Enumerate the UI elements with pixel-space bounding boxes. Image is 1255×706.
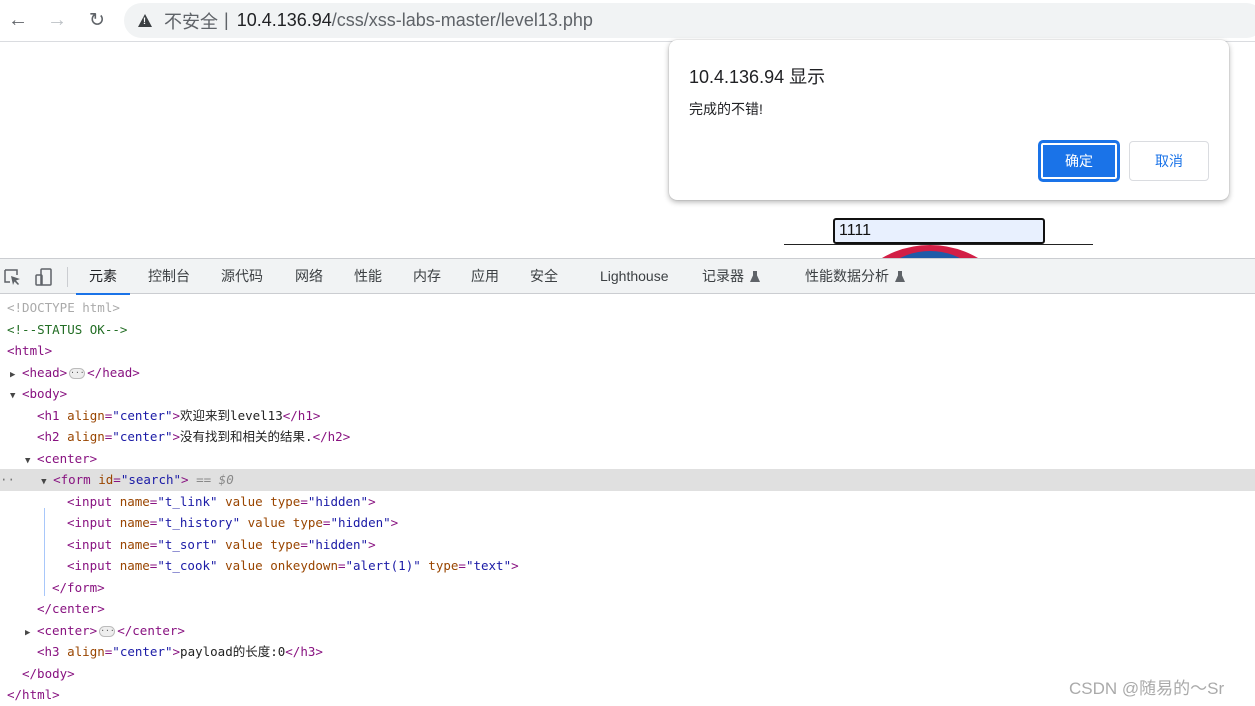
device-toolbar-icon[interactable] <box>34 267 54 287</box>
reload-icon: ↻ <box>89 9 105 31</box>
dom-body-open[interactable]: ▼ <body> <box>0 383 1255 405</box>
back-arrow-icon: ← <box>8 8 28 31</box>
dom-center-collapsed[interactable]: ▶ <center> ··· </center> <box>0 620 1255 642</box>
tab-network[interactable]: 网络 <box>295 259 323 294</box>
tab-recorder-label: 记录器 <box>702 268 744 284</box>
ok-button[interactable]: 确定 <box>1039 141 1119 181</box>
dom-input-t-sort[interactable]: <input name="t_sort" value type="hidden"… <box>0 534 1255 556</box>
experimental-flask-icon <box>750 271 760 282</box>
dom-form-close[interactable]: </form> <box>0 577 1255 599</box>
alert-dialog: 10.4.136.94 显示 完成的不错! 确定 取消 <box>669 40 1229 200</box>
url-path: /css/xss-labs-master/level13.php <box>331 10 593 30</box>
dom-input-t-history[interactable]: <input name="t_history" value type="hidd… <box>0 512 1255 534</box>
dom-h1[interactable]: <h1 align="center">欢迎来到level13</h1> <box>0 405 1255 427</box>
experimental-flask-icon <box>895 271 905 282</box>
reload-button[interactable]: ↻ <box>83 6 111 34</box>
dom-form-selected[interactable]: ·· ▼ <form id="search"> == $0 <box>0 469 1255 491</box>
dom-center-open[interactable]: ▼ <center> <box>0 448 1255 470</box>
inspect-element-icon[interactable] <box>2 267 22 287</box>
dom-h3[interactable]: <h3 align="center">payload的长度:0</h3> <box>0 641 1255 663</box>
dom-body-close[interactable]: </body> <box>0 663 1255 685</box>
forward-arrow-icon: → <box>47 8 67 31</box>
tab-application[interactable]: 应用 <box>471 259 499 294</box>
dialog-message: 完成的不错! <box>689 101 763 117</box>
tab-elements[interactable]: 元素 <box>76 259 130 295</box>
selected-node-marker: == $0 <box>196 472 234 487</box>
cancel-button[interactable]: 取消 <box>1129 141 1209 181</box>
dom-head[interactable]: ▶ <head> ··· </head> <box>0 362 1255 384</box>
level-logo-image <box>815 243 1045 258</box>
tab-lighthouse[interactable]: Lighthouse <box>600 259 669 294</box>
address-bar[interactable]: 不安全 | 10.4.136.94/css/xss-labs-master/le… <box>124 3 1255 38</box>
tab-memory[interactable]: 内存 <box>413 259 441 294</box>
url-host: 10.4.136.94 <box>236 10 332 30</box>
separator: | <box>224 10 229 30</box>
collapsed-ellipsis-icon[interactable]: ··· <box>99 625 116 637</box>
devtools-panel: 元素 控制台 源代码 网络 性能 内存 应用 安全 Lighthouse 记录器… <box>0 258 1255 704</box>
browser-toolbar: ← → ↻ 不安全 | 10.4.136.94/css/xss-labs-mas… <box>0 0 1255 42</box>
dom-comment[interactable]: <!--STATUS OK--> <box>0 319 1255 341</box>
dom-input-t-cook[interactable]: <input name="t_cook" value onkeydown="al… <box>0 555 1255 577</box>
tab-sources[interactable]: 源代码 <box>221 259 263 294</box>
warning-icon[interactable] <box>138 14 152 27</box>
t-cook-input[interactable] <box>833 218 1045 244</box>
tab-recorder[interactable]: 记录器 <box>702 259 760 294</box>
dom-html-close[interactable]: </html> <box>0 684 1255 706</box>
dom-tree: <!DOCTYPE html> <!--STATUS OK--> <html> … <box>0 295 1255 704</box>
tab-performance-insights-label: 性能数据分析 <box>805 268 889 284</box>
devtools-tab-bar: 元素 控制台 源代码 网络 性能 内存 应用 安全 Lighthouse 记录器… <box>0 258 1255 295</box>
tab-console[interactable]: 控制台 <box>148 259 190 294</box>
tab-performance[interactable]: 性能 <box>354 259 382 294</box>
insecure-label[interactable]: 不安全 <box>164 8 218 34</box>
tab-performance-insights[interactable]: 性能数据分析 <box>805 259 905 294</box>
back-button[interactable]: ← <box>4 6 32 34</box>
more-options-dots[interactable]: ·· <box>0 472 15 487</box>
dialog-title: 10.4.136.94 显示 <box>689 67 826 87</box>
forward-button[interactable]: → <box>43 6 71 34</box>
horizontal-rule <box>784 244 1093 245</box>
dom-html-open[interactable]: <html> <box>0 340 1255 362</box>
dom-h2[interactable]: <h2 align="center">没有找到和相关的结果.</h2> <box>0 426 1255 448</box>
watermark: CSDN @随易的～Sr <box>1069 679 1225 698</box>
dom-input-t-link[interactable]: <input name="t_link" value type="hidden"… <box>0 491 1255 513</box>
tab-security[interactable]: 安全 <box>530 259 558 294</box>
toolbar-divider <box>67 267 68 287</box>
dom-center-close[interactable]: </center> <box>0 598 1255 620</box>
collapsed-ellipsis-icon[interactable]: ··· <box>69 367 86 379</box>
dom-doctype[interactable]: <!DOCTYPE html> <box>0 297 1255 319</box>
